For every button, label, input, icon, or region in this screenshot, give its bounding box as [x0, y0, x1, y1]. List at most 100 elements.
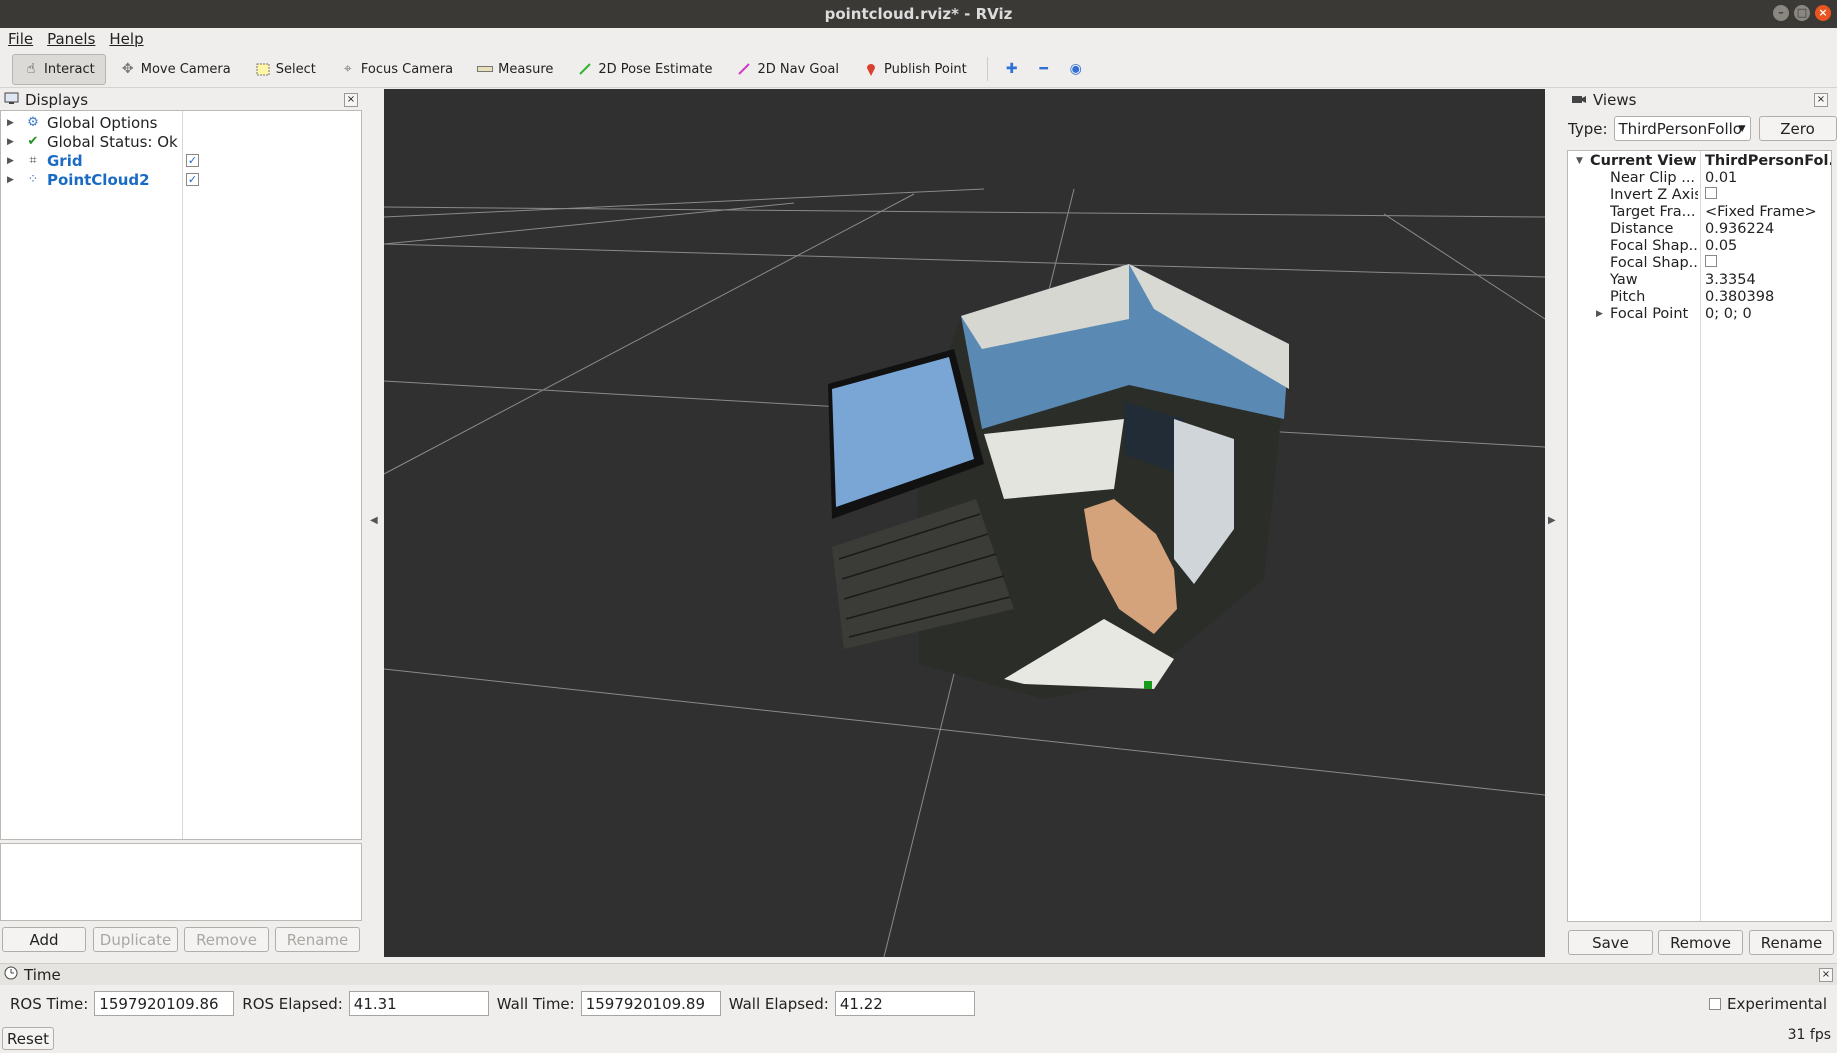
property-key: Invert Z Axis — [1610, 186, 1698, 203]
wall-time-field[interactable]: 1597920109.89 — [580, 991, 721, 1016]
publish-point-tool-button[interactable]: Publish Point — [853, 54, 977, 85]
visibility-tool-button[interactable]: ◉ — [1062, 54, 1090, 85]
menu-help[interactable]: Help — [109, 30, 143, 48]
checkmark-icon: ✔ — [27, 134, 39, 149]
hand-icon: ☝ — [26, 61, 36, 77]
3d-scene[interactable] — [384, 89, 1545, 957]
display-item-grid[interactable]: ▶ ⌗ Grid ✓ — [1, 151, 361, 170]
select-icon — [255, 61, 271, 77]
nav-goal-tool-button[interactable]: 2D Nav Goal — [726, 54, 849, 85]
interact-tool-button[interactable]: ☝ Interact — [12, 53, 106, 85]
ros-elapsed-field[interactable]: 41.31 — [348, 991, 489, 1016]
property-row[interactable]: Target Fra... <Fixed Frame> — [1568, 203, 1831, 220]
property-key: Current View — [1590, 152, 1697, 169]
crosshair-icon: ⌖ — [343, 61, 352, 77]
move-camera-label: Move Camera — [140, 61, 231, 77]
pose-estimate-tool-button[interactable]: 2D Pose Estimate — [567, 54, 722, 85]
menu-panels[interactable]: Panels — [47, 30, 95, 48]
ros-elapsed-label: ROS Elapsed: — [242, 994, 343, 1013]
property-row[interactable]: ▶ Focal Point 0; 0; 0 — [1568, 305, 1831, 322]
property-row[interactable]: Yaw 3.3354 — [1568, 271, 1831, 288]
measure-tool-button[interactable]: Measure — [467, 54, 563, 85]
expand-arrow-icon[interactable]: ▶ — [7, 118, 17, 128]
reset-time-button[interactable]: Reset — [2, 1027, 54, 1050]
time-fields-row: ROS Time: 1597920109.86 ROS Elapsed: 41.… — [10, 991, 983, 1016]
close-panel-icon[interactable]: × — [1814, 93, 1828, 107]
expand-arrow-icon[interactable]: ▶ — [7, 156, 17, 166]
maximize-icon[interactable]: □ — [1794, 5, 1810, 21]
display-description-box — [0, 843, 362, 921]
close-panel-icon[interactable]: × — [1819, 968, 1833, 982]
add-tool-button[interactable]: ✚ — [998, 54, 1026, 85]
property-value[interactable]: 3.3354 — [1705, 272, 1831, 288]
fps-readout: 31 fps — [1787, 1027, 1831, 1043]
display-item-label: Grid — [47, 151, 83, 170]
wall-elapsed-field[interactable]: 41.22 — [834, 991, 975, 1016]
collapse-left-arrow-icon[interactable]: ◀ — [370, 515, 378, 526]
expand-arrow-icon[interactable]: ▶ — [7, 175, 17, 185]
interact-label: Interact — [44, 61, 95, 77]
views-type-label: Type: — [1568, 119, 1608, 138]
property-row[interactable]: Invert Z Axis — [1568, 186, 1831, 203]
remove-display-button[interactable]: Remove — [184, 927, 269, 952]
wall-time-label: Wall Time: — [496, 994, 575, 1013]
property-value[interactable]: 0; 0; 0 — [1705, 306, 1831, 322]
select-tool-button[interactable]: Select — [245, 54, 326, 85]
focal-shape-checkbox[interactable] — [1705, 254, 1717, 267]
remove-tool-button[interactable]: ━ — [1030, 54, 1058, 85]
view-type-select[interactable]: ThirdPersonFollo ▼ — [1613, 116, 1751, 141]
add-display-button[interactable]: Add — [2, 927, 86, 952]
nav-goal-label: 2D Nav Goal — [757, 61, 840, 77]
display-item-pointcloud2[interactable]: ▶ ⁘ PointCloud2 ✓ — [1, 170, 361, 189]
focus-camera-tool-button[interactable]: ⌖ Focus Camera — [330, 54, 463, 85]
property-row[interactable]: Focal Shap... — [1568, 254, 1831, 271]
clock-icon — [4, 966, 18, 984]
expand-arrow-icon[interactable]: ▶ — [7, 137, 17, 147]
property-value[interactable]: 0.936224 — [1705, 221, 1831, 237]
expand-arrow-icon[interactable]: ▶ — [1596, 309, 1603, 319]
menu-file[interactable]: File — [8, 30, 33, 48]
duplicate-display-button[interactable]: Duplicate — [93, 927, 178, 952]
experimental-checkbox[interactable] — [1709, 998, 1721, 1010]
property-value[interactable]: 0.05 — [1705, 238, 1831, 254]
property-key: Focal Shap... — [1610, 254, 1698, 271]
property-row[interactable]: Pitch 0.380398 — [1568, 288, 1831, 305]
invert-z-axis-checkbox[interactable] — [1705, 186, 1717, 199]
grid-enabled-checkbox[interactable]: ✓ — [186, 154, 199, 167]
point-cloud — [828, 264, 1289, 699]
rename-display-button[interactable]: Rename — [275, 927, 360, 952]
close-icon[interactable]: × — [1815, 5, 1831, 21]
collapse-right-arrow-icon[interactable]: ▶ — [1548, 515, 1556, 526]
property-row[interactable]: Distance 0.936224 — [1568, 220, 1831, 237]
move-camera-tool-button[interactable]: ✥ Move Camera — [110, 54, 241, 85]
displays-tree: ▶ ⚙ Global Options ▶ ✔ Global Status: Ok… — [0, 110, 362, 840]
collapse-arrow-icon[interactable]: ▼ — [1576, 156, 1583, 166]
pointcloud2-enabled-checkbox[interactable]: ✓ — [186, 173, 199, 186]
focal-shape-checkbox-cell[interactable] — [1705, 254, 1831, 271]
save-view-button[interactable]: Save — [1568, 930, 1653, 955]
invert-z-axis-checkbox-cell[interactable] — [1705, 186, 1831, 203]
ros-time-field[interactable]: 1597920109.86 — [94, 991, 235, 1016]
property-key: Focal Point — [1610, 305, 1689, 322]
property-value[interactable]: 0.380398 — [1705, 289, 1831, 305]
display-item-global-options[interactable]: ▶ ⚙ Global Options — [1, 113, 361, 132]
display-item-label: Global Status: Ok — [47, 132, 178, 151]
property-row[interactable]: Focal Shap... 0.05 — [1568, 237, 1831, 254]
property-value[interactable]: 0.01 — [1705, 170, 1831, 186]
property-value[interactable]: <Fixed Frame> — [1705, 204, 1831, 220]
minimize-icon[interactable]: – — [1773, 5, 1789, 21]
render-viewport[interactable] — [384, 89, 1545, 957]
display-item-global-status[interactable]: ▶ ✔ Global Status: Ok — [1, 132, 361, 151]
close-panel-icon[interactable]: × — [344, 93, 358, 107]
current-view-row[interactable]: ▼ Current View ThirdPersonFol... — [1568, 152, 1831, 169]
property-value: ThirdPersonFol... — [1705, 152, 1831, 169]
property-row[interactable]: Near Clip ... 0.01 — [1568, 169, 1831, 186]
remove-view-button[interactable]: Remove — [1658, 930, 1743, 955]
window-title: pointcloud.rviz* - RViz — [824, 5, 1013, 23]
experimental-toggle[interactable]: Experimental — [1709, 995, 1827, 1013]
menubar: File Panels Help — [0, 28, 1837, 50]
window-titlebar: pointcloud.rviz* - RViz – □ × — [0, 0, 1837, 28]
rename-view-button[interactable]: Rename — [1749, 930, 1834, 955]
displays-panel-header: Displays × — [0, 90, 362, 110]
zero-view-button[interactable]: Zero — [1758, 116, 1837, 141]
